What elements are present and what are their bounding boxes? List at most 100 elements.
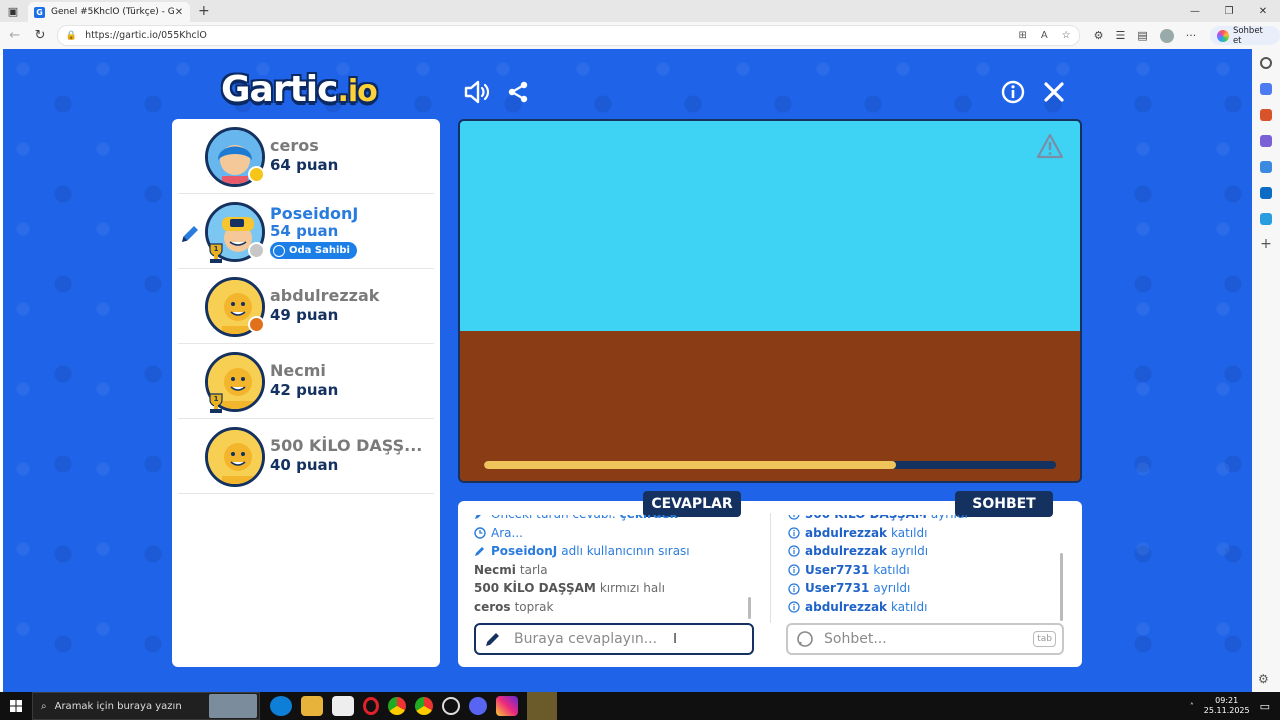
discord-icon[interactable] xyxy=(469,697,487,715)
windows-start-icon[interactable] xyxy=(0,692,32,720)
chat-input[interactable]: Sohbet... tab xyxy=(786,623,1064,655)
store-icon[interactable] xyxy=(332,696,354,716)
list-item: Önceki turun cevabı: çekirdek xyxy=(474,515,756,524)
instagram-icon[interactable] xyxy=(496,696,518,716)
url-field[interactable]: 🔒 https://gartic.io/055KhclO ⊞ A ☆ xyxy=(56,25,1080,46)
browser-tab-bar: ▣ G Genel #5KhclO (Türkçe) - Gartic.io ✕… xyxy=(0,0,1280,22)
minimize-icon[interactable]: — xyxy=(1178,0,1212,22)
browser-tab[interactable]: G Genel #5KhclO (Türkçe) - Gartic.io ✕ xyxy=(28,2,190,22)
close-window-icon[interactable]: ✕ xyxy=(1246,0,1280,22)
games-icon[interactable] xyxy=(1260,135,1272,147)
status-dot xyxy=(248,316,265,333)
player-name: abdulrezzak xyxy=(270,286,380,305)
player-row[interactable]: abdulrezzak 49 puan xyxy=(178,269,434,344)
system-tray: ˄ 09:21 25.11.2025 ▭ xyxy=(1190,696,1280,716)
player-score: 40 puan xyxy=(270,456,339,474)
read-aloud-icon[interactable]: A xyxy=(1041,30,1048,41)
clock-date: 25.11.2025 xyxy=(1203,706,1250,715)
list-item: Ara... xyxy=(474,524,756,543)
tab-actions-icon[interactable]: ▣ xyxy=(0,0,26,22)
outlook-icon[interactable] xyxy=(1260,187,1272,199)
copilot-button[interactable]: Sohbet et xyxy=(1210,26,1280,46)
extensions-icon[interactable]: ⚙ xyxy=(1094,29,1104,42)
answer-input[interactable]: Buraya cevaplayın... I xyxy=(474,623,754,655)
search-icon[interactable] xyxy=(1260,57,1272,69)
gartic-logo[interactable]: Gartic.io xyxy=(221,69,378,110)
notification-icon[interactable]: ▭ xyxy=(1260,700,1270,713)
shopping-icon[interactable] xyxy=(1260,83,1272,95)
chat-header: SOHBET xyxy=(955,491,1053,517)
tab-title: Genel #5KhclO (Türkçe) - Gartic.io xyxy=(51,7,174,17)
drop-icon[interactable] xyxy=(1260,213,1272,225)
file-explorer-icon[interactable] xyxy=(301,696,323,716)
taskbar-search[interactable]: ⌕ Aramak için buraya yazın xyxy=(32,692,260,720)
smile-icon xyxy=(273,244,285,257)
log-bold: çekirdek xyxy=(620,515,678,524)
chat-scrollbar[interactable] xyxy=(1060,553,1063,621)
report-warning-icon[interactable] xyxy=(1036,133,1064,159)
taskbar-apps xyxy=(270,692,557,720)
close-game-icon[interactable] xyxy=(1039,77,1069,107)
app-available-icon[interactable]: ⊞ xyxy=(1018,30,1026,41)
copilot-sidebar-icon[interactable] xyxy=(1260,161,1272,173)
log-bold: Necmi xyxy=(474,562,516,577)
player-row[interactable]: 500 KİLO DAŞŞ... 40 puan xyxy=(178,419,434,494)
game-page: Gartic.io ceros 64 puan 1 PoseidonJ 54 p… xyxy=(3,49,1252,692)
edge-icon[interactable] xyxy=(270,696,292,716)
log-text: ayrıldı xyxy=(891,544,929,559)
new-tab-icon[interactable]: + xyxy=(198,3,210,19)
close-tab-icon[interactable]: ✕ xyxy=(174,7,184,18)
list-item: 500 KİLO DAŞŞAM kırmızı halı xyxy=(474,579,756,598)
avatar xyxy=(205,427,265,487)
pencil-icon xyxy=(475,515,482,520)
add-icon[interactable]: + xyxy=(1260,237,1272,251)
back-icon[interactable]: ← xyxy=(4,25,25,47)
status-dot xyxy=(248,166,265,183)
round-timer-fill xyxy=(484,461,896,469)
browser-sidebar: + xyxy=(1252,49,1280,692)
owner-badge-label: Oda Sahibi xyxy=(289,245,350,256)
refresh-icon[interactable]: ↻ xyxy=(29,25,50,47)
info-small-icon xyxy=(788,601,800,613)
collections-icon[interactable]: ▤ xyxy=(1137,29,1147,42)
sound-icon[interactable] xyxy=(462,77,492,107)
player-row[interactable]: ceros 64 puan xyxy=(178,119,434,194)
log-bold: ceros xyxy=(474,599,511,614)
list-item: User7731 ayrıldı xyxy=(788,579,1060,598)
steam-icon[interactable] xyxy=(442,697,460,715)
opera-icon[interactable] xyxy=(363,697,379,715)
player-row[interactable]: 1 Necmi 42 puan xyxy=(178,344,434,419)
lock-icon[interactable]: 🔒 xyxy=(66,31,77,41)
chat-log: 500 KİLO DAŞŞAMayrıldı abdulrezzakkatıld… xyxy=(788,515,1060,621)
log-text: Önceki turun cevabı: xyxy=(491,515,616,524)
svg-text:1: 1 xyxy=(214,395,219,403)
league-icon[interactable] xyxy=(527,692,557,720)
profile-icon[interactable] xyxy=(1159,28,1174,43)
logo-suffix: .io xyxy=(337,74,377,109)
round-timer-bar xyxy=(484,461,1056,469)
drawing-canvas[interactable] xyxy=(458,119,1082,483)
log-bold: 500 KİLO DAŞŞAM xyxy=(474,581,596,596)
log-text: katıldı xyxy=(873,562,910,577)
share-icon[interactable] xyxy=(503,77,533,107)
more-icon[interactable]: ··· xyxy=(1186,29,1197,42)
chrome-icon[interactable] xyxy=(388,697,406,715)
info-icon[interactable] xyxy=(998,77,1028,107)
answers-scrollbar[interactable] xyxy=(748,597,751,619)
sidebar-settings-icon[interactable]: ⚙ xyxy=(1258,672,1269,686)
log-bold: User7731 xyxy=(805,581,870,596)
search-highlight-image xyxy=(209,694,257,718)
clock[interactable]: 09:21 25.11.2025 xyxy=(1204,696,1250,716)
tray-chevron-icon[interactable]: ˄ xyxy=(1190,702,1194,711)
chrome-profile-icon[interactable] xyxy=(415,697,433,715)
restore-icon[interactable]: ❐ xyxy=(1212,0,1246,22)
player-list: ceros 64 puan 1 PoseidonJ 54 puan Oda Sa… xyxy=(172,119,440,667)
player-row[interactable]: 1 PoseidonJ 54 puan Oda Sahibi xyxy=(178,194,434,269)
favorite-star-icon[interactable]: ☆ xyxy=(1062,30,1071,41)
log-bold: PoseidonJ xyxy=(491,544,558,559)
player-name: ceros xyxy=(270,136,319,155)
player-score: 49 puan xyxy=(270,306,339,324)
tools-icon[interactable] xyxy=(1260,109,1272,121)
favorites-icon[interactable]: ☰ xyxy=(1116,29,1126,42)
log-text: toprak xyxy=(514,599,554,614)
